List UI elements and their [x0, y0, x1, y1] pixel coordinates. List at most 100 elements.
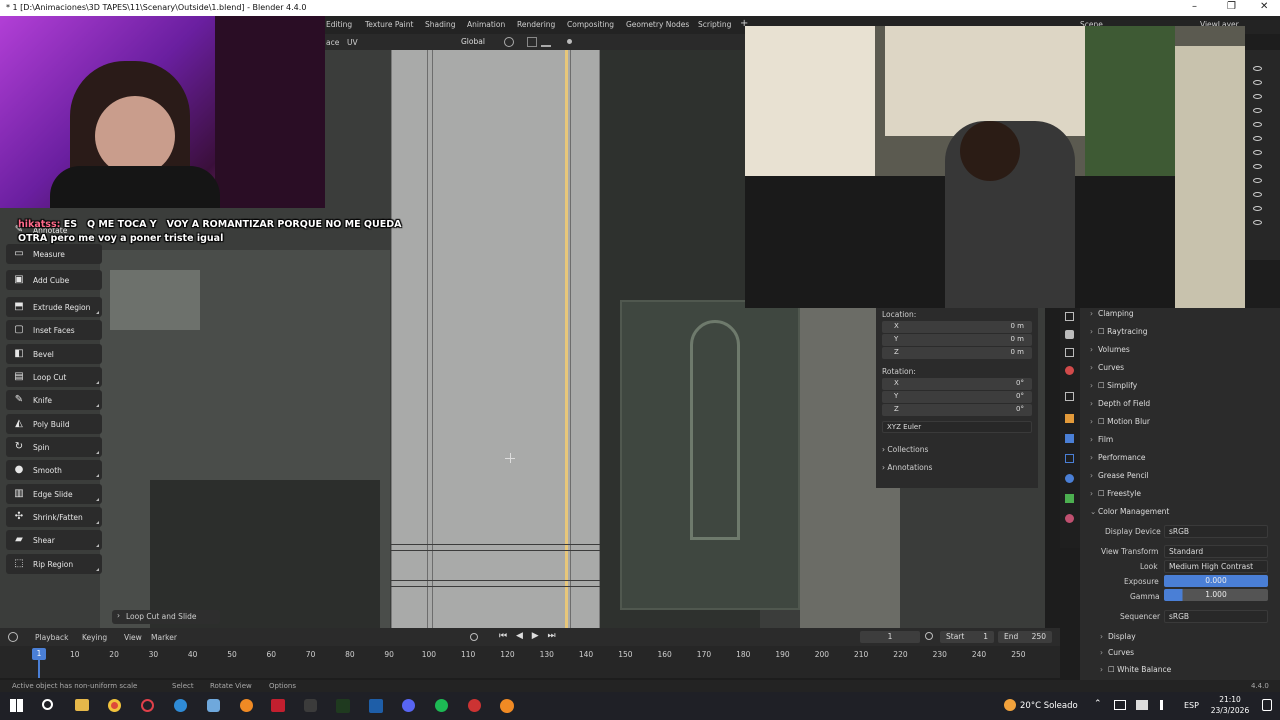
gamma-slider[interactable]: 1.000 [1164, 589, 1268, 601]
eye-icon[interactable] [1253, 206, 1262, 211]
app-icon[interactable] [468, 699, 481, 712]
tool-measure[interactable]: ▭ Measure [6, 244, 102, 264]
section-motion-blur[interactable]: › ☐ Motion Blur [1090, 417, 1150, 426]
battery-icon[interactable] [1136, 700, 1148, 710]
keying-menu[interactable]: Keying [82, 633, 107, 642]
eye-icon[interactable] [1253, 122, 1262, 127]
eye-icon[interactable] [1253, 80, 1262, 85]
search-icon[interactable] [42, 699, 53, 710]
eye-icon[interactable] [1253, 108, 1262, 113]
tool-spin[interactable]: ↻ Spin [6, 437, 102, 457]
look-dropdown[interactable]: Medium High Contrast [1164, 560, 1268, 573]
windows-start-icon[interactable] [10, 699, 23, 712]
tab-geometry-nodes[interactable]: Geometry Nodes [626, 20, 689, 29]
subsection-white-balance[interactable]: › ☐ White Balance [1100, 665, 1171, 674]
clock-icon[interactable] [925, 632, 933, 640]
tray-chevron-icon[interactable]: ⌃ [1094, 699, 1102, 709]
rotation-z-field[interactable]: Z 0° [882, 404, 1032, 416]
output-properties-icon[interactable] [1065, 348, 1074, 357]
playback-menu[interactable]: Playback [35, 633, 68, 642]
spotify-icon[interactable] [435, 699, 448, 712]
tool-extrude-region[interactable]: ⬒ Extrude Region [6, 297, 102, 317]
tool-add-cube[interactable]: ▣ Add Cube [6, 270, 102, 290]
section-clamping[interactable]: › Clamping [1090, 309, 1134, 318]
display-device-dropdown[interactable]: sRGB [1164, 525, 1268, 538]
view-transform-dropdown[interactable]: Standard [1164, 545, 1268, 558]
close-button[interactable]: ✕ [1260, 1, 1268, 12]
eye-icon[interactable] [1253, 66, 1262, 71]
section-freestyle[interactable]: › ☐ Freestyle [1090, 489, 1141, 498]
clock-date[interactable]: 23/3/2026 [1205, 706, 1255, 715]
language-indicator[interactable]: ESP [1184, 701, 1199, 710]
section-depth-of-field[interactable]: › Depth of Field [1090, 399, 1150, 408]
section-volumes[interactable]: › Volumes [1090, 345, 1130, 354]
eye-icon[interactable] [1253, 178, 1262, 183]
eye-icon[interactable] [1253, 136, 1262, 141]
visual-studio-icon[interactable] [369, 699, 383, 713]
last-operator-panel[interactable]: › Loop Cut and Slide [112, 610, 220, 624]
blender-active-icon[interactable] [500, 699, 514, 713]
tool-edge-slide[interactable]: ▥ Edge Slide [6, 484, 102, 504]
proportional-editing-icon[interactable] [567, 39, 572, 44]
photoshop-icon[interactable] [336, 699, 350, 713]
volume-icon[interactable] [1160, 700, 1170, 710]
tab-animation[interactable]: Animation [467, 20, 505, 29]
snap-target-icon[interactable] [541, 37, 551, 47]
weather-label[interactable]: 20°C Soleado [1020, 701, 1078, 711]
end-frame-field[interactable]: End 250 [998, 631, 1052, 643]
playhead[interactable]: 1 [32, 648, 46, 660]
physics-properties-icon[interactable] [1065, 474, 1074, 483]
rotation-mode-dropdown[interactable]: XYZ Euler [882, 421, 1032, 433]
clock-time[interactable]: 21:10 [1210, 695, 1250, 704]
tab-editing[interactable]: Editing [326, 20, 352, 29]
tab-texture-paint[interactable]: Texture Paint [365, 20, 413, 29]
eye-icon[interactable] [1253, 192, 1262, 197]
eye-icon[interactable] [1253, 220, 1262, 225]
network-icon[interactable] [1114, 700, 1126, 710]
maximize-button[interactable]: ❐ [1227, 1, 1236, 12]
subsection-display[interactable]: › Display [1100, 632, 1136, 641]
notifications-icon[interactable] [1262, 699, 1272, 711]
clock-icon[interactable] [8, 632, 18, 642]
face-menu[interactable]: ace [326, 38, 339, 47]
marker-menu[interactable]: Marker [151, 633, 177, 642]
minimize-button[interactable]: – [1192, 1, 1197, 12]
uv-menu[interactable]: UV [347, 38, 358, 47]
collections-panel-header[interactable]: › Collections [882, 445, 928, 454]
annotations-panel-header[interactable]: › Annotations [882, 463, 932, 472]
chrome-icon[interactable] [108, 699, 121, 712]
object-properties-icon[interactable] [1065, 414, 1074, 423]
tool-loop-cut[interactable]: ▤ Loop Cut [6, 367, 102, 387]
view-menu[interactable]: View [124, 633, 142, 642]
material-properties-icon[interactable] [1065, 514, 1074, 523]
exposure-slider[interactable]: 0.000 [1164, 575, 1268, 587]
section-curves[interactable]: › Curves [1090, 363, 1124, 372]
tool-shrink-fatten[interactable]: ✣ Shrink/Fatten [6, 507, 102, 527]
sequencer-dropdown[interactable]: sRGB [1164, 610, 1268, 623]
location-x-field[interactable]: X 0 m [882, 321, 1032, 333]
current-frame-field[interactable]: 1 [860, 631, 920, 643]
location-y-field[interactable]: Y 0 m [882, 334, 1032, 346]
obs-icon[interactable] [271, 699, 285, 712]
tool-shear[interactable]: ▰ Shear [6, 530, 102, 550]
app-icon[interactable] [304, 699, 317, 712]
particles-properties-icon[interactable] [1065, 454, 1074, 463]
tab-shading[interactable]: Shading [425, 20, 455, 29]
section-raytracing[interactable]: › ☐ Raytracing [1090, 327, 1148, 336]
tool-properties-icon[interactable] [1065, 312, 1074, 321]
section-performance[interactable]: › Performance [1090, 453, 1146, 462]
blender-icon[interactable] [240, 699, 253, 712]
tab-scripting[interactable]: Scripting [698, 20, 731, 29]
modifier-properties-icon[interactable] [1065, 434, 1074, 443]
record-icon[interactable] [470, 633, 478, 641]
eye-icon[interactable] [1253, 94, 1262, 99]
section-simplify[interactable]: › ☐ Simplify [1090, 381, 1137, 390]
pivot-point-icon[interactable] [504, 37, 514, 47]
edge-icon[interactable] [174, 699, 187, 712]
section-color-management[interactable]: ⌄ Color Management [1090, 507, 1169, 516]
section-grease-pencil[interactable]: › Grease Pencil [1090, 471, 1149, 480]
section-film[interactable]: › Film [1090, 435, 1113, 444]
playback-controls[interactable]: ⏮ ◀ ▶ ⏭ [499, 631, 559, 641]
subsection-curves[interactable]: › Curves [1100, 648, 1134, 657]
opera-icon[interactable] [141, 699, 154, 712]
